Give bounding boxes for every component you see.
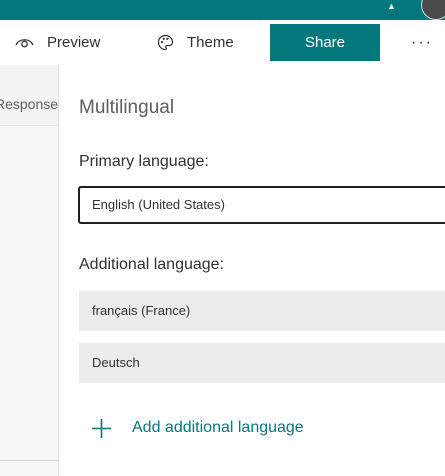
tab-responses[interactable]: Responses: [0, 65, 58, 126]
plus-icon: [92, 418, 111, 438]
multilingual-panel: Multilingual Primary language: English (…: [58, 65, 445, 476]
add-additional-language-button[interactable]: Add additional language: [91, 415, 304, 441]
more-options-button[interactable]: ···: [406, 20, 438, 65]
additional-language-label: Additional language:: [79, 256, 225, 273]
additional-language-item[interactable]: français (France): [79, 291, 445, 331]
avatar[interactable]: [421, 0, 445, 20]
additional-language-item[interactable]: Deutsch: [79, 343, 445, 383]
palette-icon: [157, 34, 174, 51]
preview-label: Preview: [47, 34, 101, 51]
form-toolbar: Preview Theme Share ···: [0, 20, 445, 65]
caret-up-icon: ▲: [387, 1, 396, 11]
divider: [0, 460, 58, 461]
share-button[interactable]: Share: [270, 24, 380, 61]
primary-language-label: Primary language:: [79, 153, 209, 170]
theme-label: Theme: [187, 34, 234, 51]
top-app-bar: ▲: [0, 0, 445, 20]
panel-title: Multilingual: [79, 97, 175, 118]
tab-responses-label: Responses: [0, 96, 58, 112]
eye-icon: [15, 38, 34, 47]
theme-button[interactable]: Theme: [157, 20, 234, 65]
primary-language-select[interactable]: English (United States): [78, 186, 445, 224]
add-language-label: Add additional language: [132, 419, 304, 436]
left-side-panel: Responses: [0, 65, 58, 476]
preview-button[interactable]: Preview: [15, 20, 100, 65]
